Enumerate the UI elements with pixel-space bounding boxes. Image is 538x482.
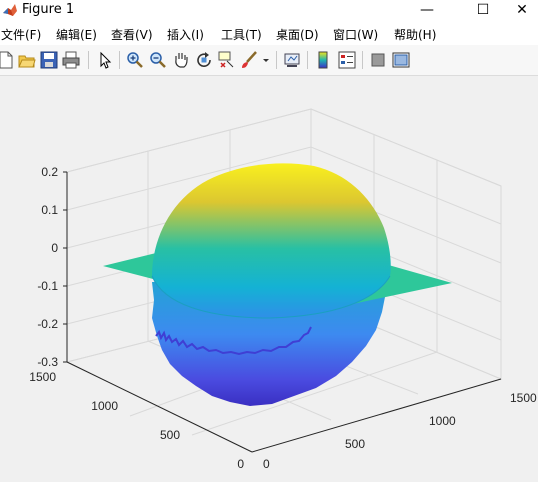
legend-icon[interactable] bbox=[338, 51, 356, 69]
z-tick-label: 0.2 bbox=[41, 165, 58, 179]
figure-toolbar bbox=[0, 45, 538, 76]
surface-cap bbox=[152, 163, 391, 318]
chevron-down-icon[interactable] bbox=[262, 51, 270, 69]
hide-plot-tools-icon[interactable] bbox=[369, 51, 387, 69]
toolbar-separator bbox=[276, 51, 277, 69]
menu-insert[interactable]: 插入(I) bbox=[167, 26, 204, 43]
x-tick-label: 0 bbox=[263, 457, 270, 471]
x-tick-label: 1500 bbox=[510, 391, 537, 405]
z-tick-label: -0.3 bbox=[37, 355, 58, 369]
show-plot-tools-icon[interactable] bbox=[392, 51, 410, 69]
menu-desktop[interactable]: 桌面(D) bbox=[276, 26, 319, 43]
zoom-out-icon[interactable] bbox=[149, 51, 167, 69]
colorbar-icon[interactable] bbox=[314, 51, 332, 69]
data-cursor-icon[interactable] bbox=[217, 51, 235, 69]
toolbar-separator bbox=[88, 51, 89, 69]
y-tick-label: 1500 bbox=[29, 370, 56, 384]
figure-canvas[interactable]: 0.2 0.1 0 -0.1 -0.2 -0.3 1500 1000 500 0… bbox=[0, 76, 538, 482]
menu-view[interactable]: 查看(V) bbox=[111, 26, 153, 43]
zoom-in-icon[interactable] bbox=[126, 51, 144, 69]
window-title: Figure 1 bbox=[22, 2, 75, 17]
z-tick-label: 0 bbox=[51, 241, 58, 255]
matlab-logo-icon bbox=[3, 4, 17, 16]
toolbar-separator bbox=[307, 51, 308, 69]
menu-window[interactable]: 窗口(W) bbox=[333, 26, 378, 43]
rotate-3d-icon[interactable] bbox=[195, 51, 213, 69]
menu-bar: 文件(F) 编辑(E) 查看(V) 插入(I) 工具(T) 桌面(D) 窗口(W… bbox=[0, 22, 538, 45]
maximize-button[interactable]: ☐ bbox=[460, 0, 506, 22]
edit-plot-arrow-icon[interactable] bbox=[96, 51, 114, 69]
x-tick-label: 1000 bbox=[429, 414, 456, 428]
link-plot-icon[interactable] bbox=[283, 51, 301, 69]
brush-icon[interactable] bbox=[240, 51, 258, 69]
menu-file[interactable]: 文件(F) bbox=[1, 26, 41, 43]
y-tick-label: 500 bbox=[160, 428, 180, 442]
z-tick-label: 0.1 bbox=[41, 203, 58, 217]
menu-edit[interactable]: 编辑(E) bbox=[56, 26, 97, 43]
toolbar-separator bbox=[119, 51, 120, 69]
new-figure-icon[interactable] bbox=[0, 51, 15, 69]
x-tick-labels: 0 500 1000 1500 bbox=[263, 391, 537, 471]
z-ticks bbox=[63, 171, 67, 363]
pan-hand-icon[interactable] bbox=[172, 51, 190, 69]
x-tick-label: 500 bbox=[345, 437, 365, 451]
minimize-button[interactable]: — bbox=[404, 0, 450, 22]
z-tick-label: -0.1 bbox=[37, 279, 58, 293]
save-icon[interactable] bbox=[40, 51, 58, 69]
menu-help[interactable]: 帮助(H) bbox=[394, 26, 436, 43]
close-button[interactable]: ✕ bbox=[506, 0, 538, 22]
y-tick-label: 0 bbox=[237, 457, 244, 471]
z-tick-label: -0.2 bbox=[37, 317, 58, 331]
print-icon[interactable] bbox=[62, 51, 80, 69]
y-tick-label: 1000 bbox=[91, 399, 118, 413]
open-file-icon[interactable] bbox=[18, 51, 36, 69]
menu-tools[interactable]: 工具(T) bbox=[221, 26, 262, 43]
toolbar-separator bbox=[362, 51, 363, 69]
z-tick-labels: 0.2 0.1 0 -0.1 -0.2 -0.3 bbox=[37, 165, 58, 369]
title-bar: Figure 1 — ☐ ✕ bbox=[0, 0, 538, 22]
